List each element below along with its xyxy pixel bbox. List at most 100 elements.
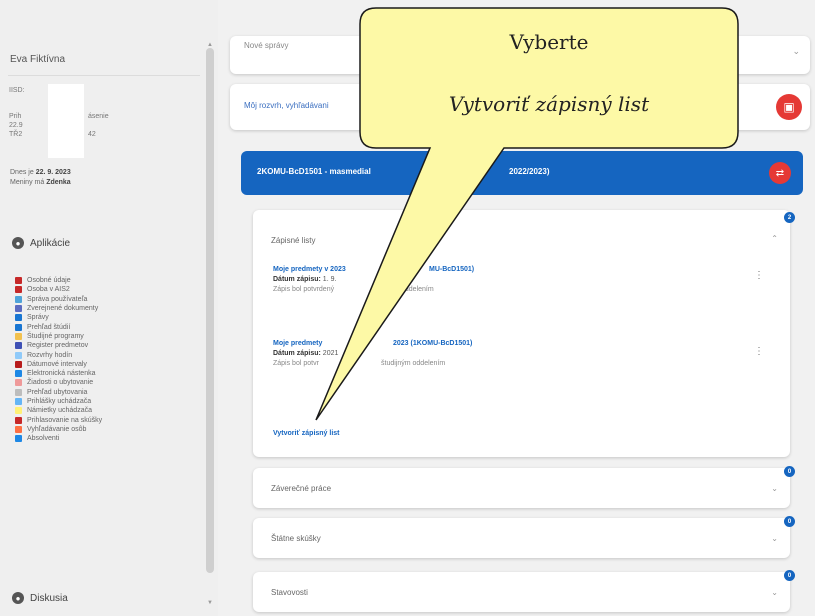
app-label: Námietky uchádzača	[27, 407, 92, 415]
state-exams-title: Štátne skúšky	[271, 534, 321, 543]
app-label: Prihlasovanie na skúšky	[27, 416, 103, 424]
chevron-up-icon[interactable]: ⌃	[771, 234, 778, 243]
switch-study-icon[interactable]: ⇄	[769, 162, 791, 184]
messages-label: Nové správy	[244, 41, 289, 50]
scroll-down-arrow[interactable]: ▼	[207, 600, 213, 606]
sidebar-app-item[interactable]: Žiadosti o ubytovanie	[15, 378, 102, 387]
sidebar-app-item[interactable]: Register predmetov	[15, 341, 102, 350]
more-options-icon[interactable]: ⋮	[754, 270, 764, 281]
app-label: Prehľad štúdií	[27, 323, 71, 331]
final-theses-card[interactable]: Záverečné práce 0 ⌄	[253, 466, 795, 508]
entry-note-tail: oddelením	[401, 286, 434, 293]
entry-date: Dátum zápisu: 1. 9.	[273, 276, 337, 283]
schedule-search-link[interactable]: Môj rozvrh, vyhľadávani	[244, 101, 329, 110]
app-icon	[15, 305, 22, 313]
app-icon	[15, 379, 22, 387]
app-icon	[15, 342, 22, 350]
app-icon	[15, 277, 22, 285]
info-line: 42	[88, 131, 96, 138]
discussion-icon: ●	[12, 592, 24, 604]
app-label: Správa používateľa	[27, 295, 88, 303]
app-icon	[15, 323, 22, 331]
chevron-down-icon[interactable]: ⌄	[771, 484, 778, 493]
app-icon	[15, 351, 22, 359]
statuses-card[interactable]: Stavovosti 0 ⌄	[253, 570, 795, 612]
sidebar-app-item[interactable]: Študijné programy	[15, 332, 102, 341]
info-line: 22.9	[9, 122, 23, 129]
entry-link[interactable]: Moje predmety v 2023	[273, 266, 346, 273]
sidebar-scrollbar[interactable]	[206, 48, 214, 573]
app-icon	[15, 435, 22, 443]
state-exams-card[interactable]: Štátne skúšky 0 ⌄	[253, 516, 795, 558]
sidebar-app-item[interactable]: Osoba v AIS2	[15, 285, 102, 294]
app-icon	[15, 388, 22, 396]
enrollment-badge: 2	[784, 212, 795, 223]
nameday-line: Meniny má Zdenka	[10, 179, 71, 186]
app-label: Absolventi	[27, 435, 60, 443]
today-line: Dnes je 22. 9. 2023	[10, 169, 71, 176]
chevron-down-icon[interactable]: ⌄	[771, 588, 778, 597]
divider	[8, 75, 200, 76]
app-label: Osoba v AIS2	[27, 286, 70, 294]
more-options-icon[interactable]: ⋮	[754, 346, 764, 357]
entry-note: Zápis bol potvrdený	[273, 286, 335, 293]
app-icon	[15, 314, 22, 322]
final-theses-title: Záverečné práce	[271, 484, 332, 493]
sidebar-app-item[interactable]: Dátumové intervaly	[15, 360, 102, 369]
app-label: Prehľad ubytovania	[27, 388, 88, 396]
study-title: 2KOMU-BcD1501 - masmedial	[257, 167, 371, 176]
enrollment-title[interactable]: Zápisné listy	[271, 236, 315, 245]
sidebar-app-item[interactable]: Prihlášky uchádzača	[15, 397, 102, 406]
app-label: Dátumové intervaly	[27, 360, 87, 368]
state-exams-badge: 0	[784, 516, 795, 527]
app-icon	[15, 407, 22, 415]
study-header[interactable]: 2KOMU-BcD1501 - masmedial 2022/2023) ⇄	[241, 151, 803, 195]
app-label: Študijné programy	[27, 332, 84, 340]
app-icon	[15, 398, 22, 405]
sidebar-app-item[interactable]: Absolventi	[15, 434, 102, 443]
sidebar: Eva Fiktívna IISD: Prih 22.9 TŘ2 ásenie …	[0, 0, 218, 616]
sidebar-app-item[interactable]: Námietky uchádzača	[15, 406, 102, 415]
discussion-header[interactable]: ● Diskusia	[12, 592, 68, 604]
app-icon	[15, 425, 22, 433]
entry-link[interactable]: Moje predmety	[273, 340, 322, 347]
app-icon	[15, 370, 22, 378]
sidebar-app-item[interactable]: Vyhľadávanie osôb	[15, 425, 102, 434]
apps-list: Osobné údaje Osoba v AIS2 Správa používate…	[15, 276, 102, 443]
sidebar-app-item[interactable]: Prehľad štúdií	[15, 322, 102, 331]
statuses-badge: 0	[784, 570, 795, 581]
app-icon	[15, 332, 22, 340]
redacted-block	[48, 84, 84, 158]
app-label: Správy	[27, 314, 49, 322]
apps-header[interactable]: ● Aplikácie	[12, 237, 70, 249]
sidebar-app-item[interactable]: Prehľad ubytovania	[15, 388, 102, 397]
sidebar-app-item[interactable]: Rozvrhy hodín	[15, 350, 102, 359]
entry-date: Dátum zápisu: 2021	[273, 350, 339, 357]
chevron-down-icon[interactable]: ⌄	[792, 46, 800, 57]
info-line: IISD:	[9, 87, 25, 94]
study-year: 2022/2023)	[509, 167, 550, 176]
info-line: TŘ2	[9, 131, 23, 138]
entry-link-tail[interactable]: MU-BcD1501)	[429, 266, 474, 273]
info-line: Prih	[9, 113, 22, 120]
sidebar-app-item[interactable]: Zverejnené dokumenty	[15, 304, 102, 313]
sidebar-app-item[interactable]: Správa používateľa	[15, 295, 102, 304]
calendar-icon[interactable]: ▣	[776, 94, 802, 120]
callout-title: Vyberte	[509, 30, 589, 54]
app-label: Zverejnené dokumenty	[27, 305, 99, 313]
create-enrollment-link[interactable]: Vytvoriť zápisný list	[273, 430, 340, 437]
entry-note: Zápis bol potvr	[273, 360, 319, 367]
info-line: ásenie	[88, 113, 109, 120]
sidebar-app-item[interactable]: Prihlasovanie na skúšky	[15, 415, 102, 424]
entry-link-tail[interactable]: 2023 (1KOMU-BcD1501)	[393, 340, 472, 347]
app-icon	[15, 286, 22, 294]
app-label: Osobné údaje	[27, 277, 71, 285]
sidebar-app-item[interactable]: Elektronická nástenka	[15, 369, 102, 378]
chevron-down-icon[interactable]: ⌄	[771, 534, 778, 543]
callout-action: Vytvoriť zápisný list	[448, 92, 650, 116]
sidebar-app-item[interactable]: Osobné údaje	[15, 276, 102, 285]
sidebar-app-item[interactable]: Správy	[15, 313, 102, 322]
app-label: Rozvrhy hodín	[27, 351, 73, 359]
app-icon	[15, 360, 22, 368]
final-theses-badge: 0	[784, 466, 795, 477]
